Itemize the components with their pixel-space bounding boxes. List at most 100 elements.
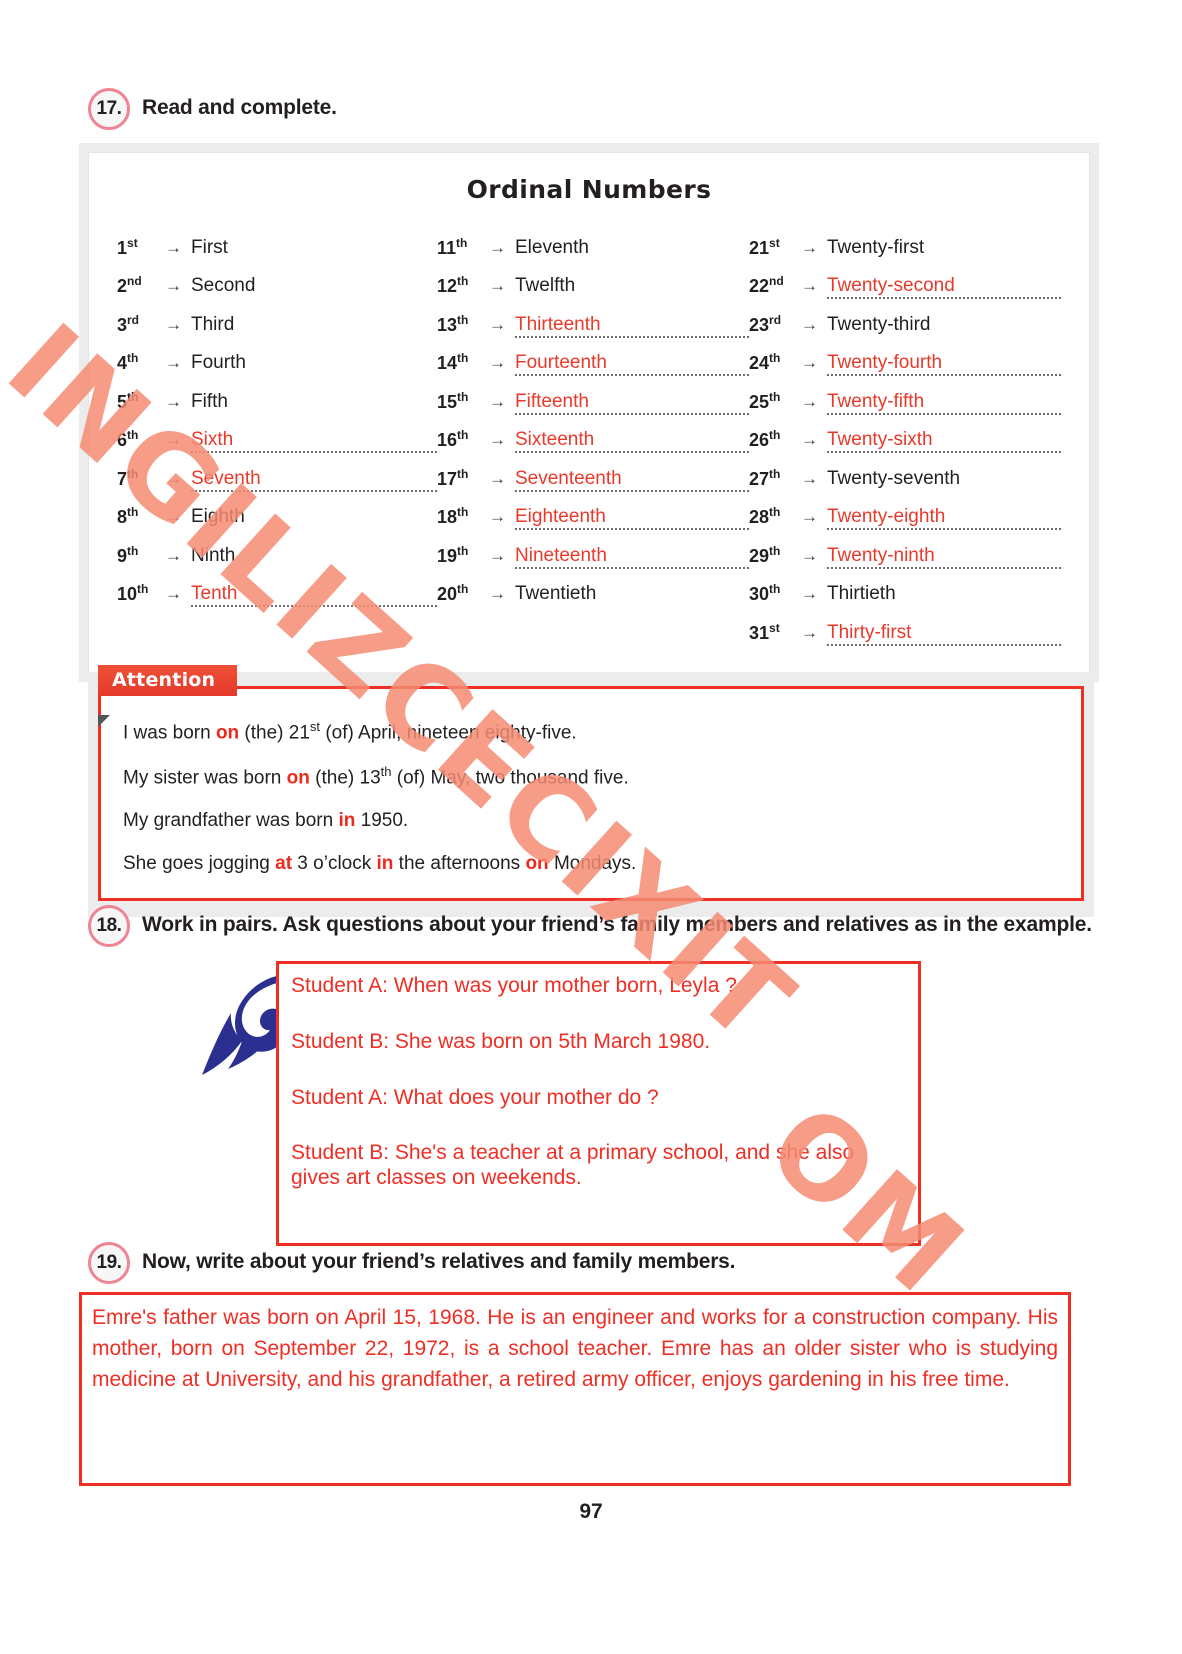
ordinal-row: 20th → Twentieth <box>437 569 749 608</box>
dialog-line-2: Student B: She was born on 5th March 198… <box>291 1029 711 1053</box>
attention-line-4-a: She goes jogging <box>123 852 276 874</box>
arrow-icon: → <box>489 545 506 565</box>
ordinal-key: 21st <box>749 235 780 258</box>
ordinal-row: 30th → Thirtieth <box>749 569 1061 608</box>
ordinal-word: Eighth <box>191 506 245 527</box>
ordinal-numbers-card: Ordinal Numbers 1st → First 2nd → Second 3rd → T… <box>88 152 1090 673</box>
arrow-icon: → <box>165 584 182 603</box>
ordinal-key: 20th <box>437 582 469 604</box>
ordinal-answer-blank[interactable]: Fourteenth <box>515 353 749 376</box>
ordinal-key: 15th <box>437 389 469 412</box>
ordinal-row: 8th → Eighth <box>117 492 437 531</box>
arrow-icon: → <box>489 391 506 411</box>
attention-line-1-mid: (the) 21 <box>239 722 310 744</box>
ordinal-answer-blank[interactable]: Twenty-ninth <box>827 545 1061 569</box>
ordinal-answer-blank[interactable]: Sixth <box>191 430 437 453</box>
ordinal-row: 27th → Twenty-seventh <box>749 453 1061 492</box>
ordinal-key: 27th <box>749 466 781 489</box>
ordinal-word: Third <box>191 313 235 335</box>
exercise-19-number: 19. <box>88 1242 130 1284</box>
ordinal-row: 24th → Twenty-fourth <box>749 338 1061 376</box>
ordinal-answer-blank[interactable]: Eighteenth <box>515 507 749 530</box>
attention-line-2-prep: on <box>286 767 310 789</box>
dialog-example-box: Student A: When was your mother born, Le… <box>276 961 921 1246</box>
ordinal-key: 22nd <box>749 274 784 296</box>
ordinal-row: 26th → Twenty-sixth <box>749 415 1061 453</box>
ordinal-row: 23rd → Twenty-third <box>749 299 1061 338</box>
arrow-icon: → <box>801 622 818 642</box>
exercise-19-answer-text: Emre's father was born on April 15, 1968… <box>92 1306 1058 1391</box>
attention-line-2-sup: th <box>380 764 392 780</box>
ordinal-answer-blank[interactable]: Tenth <box>191 584 437 607</box>
ordinal-row: 21st → Twenty-first <box>749 222 1061 261</box>
ordinal-column-1: 1st → First 2nd → Second 3rd → Third 4th → Fourth 5t… <box>117 222 437 646</box>
attention-line-1-prep: on <box>215 722 240 744</box>
ordinal-row: 3rd → Third <box>117 299 437 338</box>
ordinal-key: 18th <box>437 505 469 527</box>
attention-line-4-e: Mondays. <box>548 852 637 874</box>
ordinal-column-3: 21st → Twenty-first 22nd → Twenty-second 23rd →… <box>749 222 1061 646</box>
arrow-icon: → <box>165 430 182 449</box>
attention-line-4-prep-in: in <box>376 852 394 874</box>
ordinal-row: 19th → Nineteenth <box>437 530 749 569</box>
attention-line-4-prep-at: at <box>275 852 293 874</box>
ordinal-answer-blank[interactable]: Twenty-sixth <box>827 430 1061 453</box>
ordinal-key: 1st <box>117 235 138 258</box>
ordinal-answer-blank[interactable]: Fifteenth <box>515 391 749 415</box>
ordinal-answer-blank[interactable]: Seventh <box>191 468 437 492</box>
ordinal-answer-blank[interactable]: Twenty-eighth <box>827 507 1061 530</box>
ordinal-word: Eleventh <box>515 236 589 258</box>
exercise-18-title: Work in pairs. Ask questions about your … <box>142 913 1092 936</box>
arrow-icon: → <box>801 237 818 257</box>
ordinal-answer-blank[interactable]: Twenty-fourth <box>827 353 1061 376</box>
ordinal-answer-blank[interactable]: Thirty-first <box>827 622 1061 646</box>
arrow-icon: → <box>801 314 818 334</box>
ordinal-key: 9th <box>117 543 139 566</box>
arrow-icon: → <box>489 507 506 526</box>
ordinal-word: Twenty-first <box>827 236 925 258</box>
ordinal-answer-blank[interactable]: Twenty-second <box>827 276 1061 299</box>
exercise-18-number: 18. <box>88 905 130 947</box>
ordinal-answer-blank[interactable]: Thirteenth <box>515 314 749 338</box>
dialog-line-3: Student A: What does your mother do ? <box>291 1085 659 1109</box>
dialog-line-1: Student A: When was your mother born, Le… <box>291 974 737 997</box>
ordinal-answer-blank[interactable]: Nineteenth <box>515 545 749 569</box>
ordinal-key: 29th <box>749 543 781 566</box>
attention-label: Attention <box>98 665 238 696</box>
ordinal-word: Thirtieth <box>827 583 896 604</box>
ordinal-word: Twenty-third <box>827 313 931 335</box>
arrow-icon: → <box>165 314 182 334</box>
ordinal-row: 4th → Fourth <box>117 338 437 377</box>
ordinal-key: 6th <box>117 428 139 450</box>
ordinal-numbers-title: Ordinal Numbers <box>466 175 712 204</box>
arrow-icon: → <box>165 276 182 295</box>
exercise-19-section: 19. Now, write about your friend’s relat… <box>79 1242 1098 1486</box>
ordinal-word: Ninth <box>191 544 236 566</box>
ordinal-key: 23rd <box>749 312 782 335</box>
arrow-icon: → <box>165 507 182 526</box>
ordinal-answer-blank[interactable]: Twenty-fifth <box>827 391 1061 415</box>
arrow-icon: → <box>489 584 506 603</box>
attention-line-2: My sister was born on (the) 13th (of) Ma… <box>123 764 1059 790</box>
arrow-icon: → <box>489 314 506 334</box>
ordinal-key: 30th <box>749 582 781 604</box>
attention-line-2-mid: (the) 13 <box>309 767 381 789</box>
ordinal-key: 12th <box>437 274 469 296</box>
attention-line-4: She goes jogging at 3 o’clock in the aft… <box>123 852 1059 876</box>
arrow-icon: → <box>165 391 182 411</box>
attention-line-4-d: the afternoons <box>393 852 526 874</box>
ordinal-key: 3rd <box>117 312 140 335</box>
ordinal-key: 8th <box>117 505 139 527</box>
arrow-icon: → <box>165 545 182 565</box>
ordinal-row: 22nd → Twenty-second <box>749 261 1061 299</box>
ordinal-row: 9th → Ninth <box>117 530 437 569</box>
attention-line-3: My grandfather was born in 1950. <box>123 809 1059 833</box>
exercise-17-title: Read and complete. <box>142 96 337 119</box>
attention-line-1: I was born on (the) 21st (of) April, nin… <box>123 719 1059 745</box>
ordinal-answer-blank[interactable]: Seventeenth <box>515 468 749 492</box>
exercise-19-answer-box[interactable]: Emre's father was born on April 15, 1968… <box>79 1292 1071 1486</box>
ordinal-key: 5th <box>117 389 139 412</box>
ordinal-answer-blank[interactable]: Sixteenth <box>515 430 749 453</box>
arrow-icon: → <box>489 430 506 449</box>
ordinal-key: 17th <box>437 466 469 489</box>
